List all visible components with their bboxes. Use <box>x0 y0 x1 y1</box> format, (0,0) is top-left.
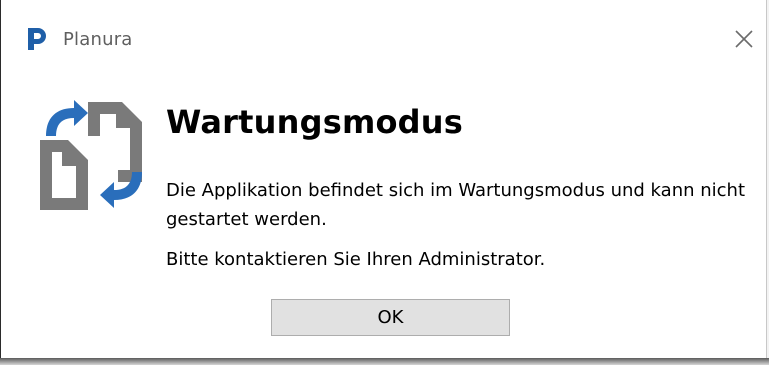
dialog-instruction: Bitte kontaktieren Sie Ihren Administrat… <box>166 249 546 270</box>
window-shadow <box>0 358 769 365</box>
ok-button[interactable]: OK <box>271 299 510 336</box>
dialog-heading: Wartungsmodus <box>166 103 464 141</box>
maintenance-dialog: Planura Wartungsmodus Die Applikation be… <box>0 0 767 360</box>
planura-logo-icon <box>28 28 46 50</box>
dialog-message: Die Applikation befindet sich im Wartung… <box>166 180 745 230</box>
title-bar: Planura <box>1 0 766 78</box>
sync-documents-icon <box>40 100 142 210</box>
window-title: Planura <box>63 29 133 50</box>
close-icon[interactable] <box>729 24 759 54</box>
